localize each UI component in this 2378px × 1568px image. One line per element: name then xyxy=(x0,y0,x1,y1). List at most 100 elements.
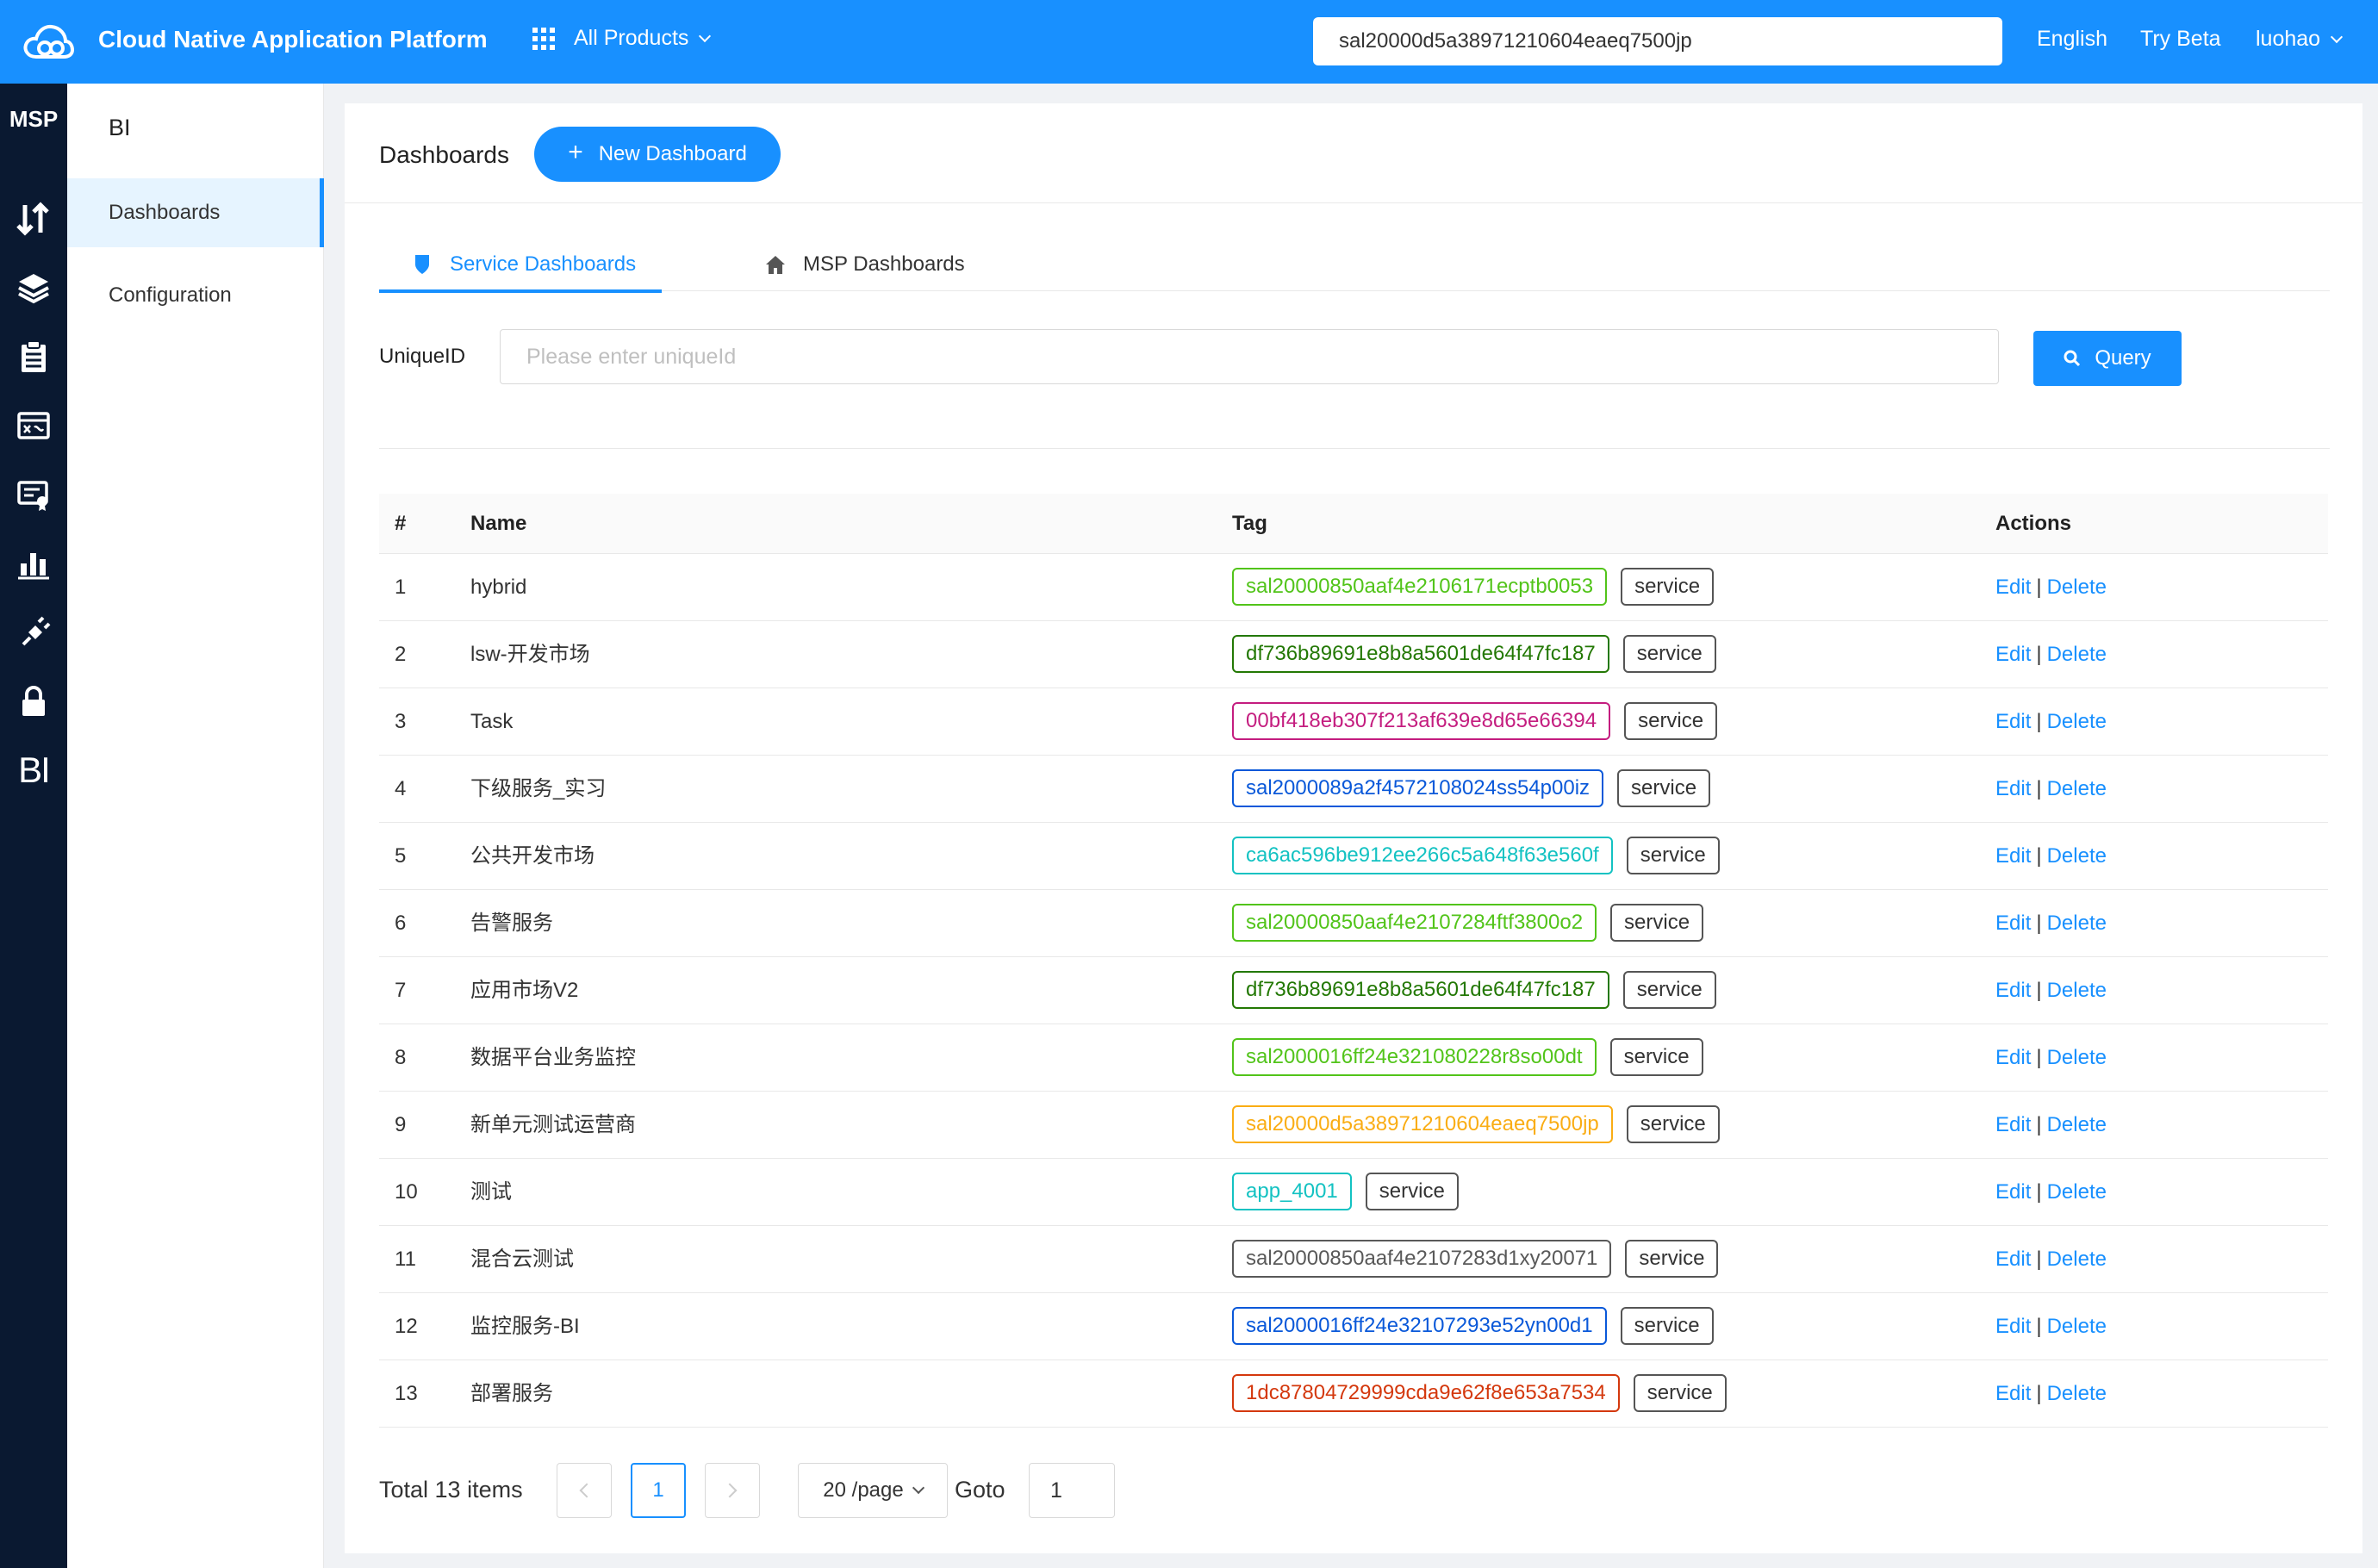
edit-link[interactable]: Edit xyxy=(1995,1113,2031,1136)
action-separator: | xyxy=(2036,1113,2042,1136)
column-header-tag: Tag xyxy=(1232,512,1267,535)
dashboard-tabs: Service Dashboards MSP Dashboards xyxy=(379,238,2330,293)
edit-link[interactable]: Edit xyxy=(1995,777,2031,800)
cloud-logo-icon[interactable] xyxy=(22,22,74,60)
secondary-sidebar: BI Dashboards Configuration xyxy=(67,84,324,1568)
row-tags: sal2000016ff24e321080228r8so00dt service xyxy=(1232,1038,1717,1076)
user-menu[interactable]: luohao xyxy=(2256,27,2344,52)
uniqueid-label: UniqueID xyxy=(379,345,466,368)
home-icon xyxy=(766,256,785,274)
chevron-right-icon xyxy=(722,1483,738,1498)
edit-link[interactable]: Edit xyxy=(1995,1248,2031,1271)
monitor-icon[interactable] xyxy=(10,402,57,449)
tab-service-dashboards[interactable]: Service Dashboards xyxy=(379,238,663,293)
row-name: lsw-开发市场 xyxy=(470,643,590,666)
bi-icon[interactable]: BI xyxy=(10,747,57,793)
type-tag: service xyxy=(1625,1240,1719,1278)
edit-link[interactable]: Edit xyxy=(1995,1315,2031,1338)
delete-link[interactable]: Delete xyxy=(2047,979,2107,1002)
table-row: 8 数据平台业务监控 sal2000016ff24e321080228r8so00d… xyxy=(379,1024,2328,1092)
type-tag: service xyxy=(1365,1173,1459,1210)
type-tag: service xyxy=(1610,904,1704,942)
table-row: 4 下级服务_实习 sal2000089a2f4572108024ss54p00iz… xyxy=(379,756,2328,823)
table-header: # Name Tag Actions xyxy=(379,494,2328,554)
row-index: 5 xyxy=(395,844,407,868)
subnav-item-configuration[interactable]: Configuration xyxy=(67,261,324,330)
page-title: Dashboards xyxy=(379,141,509,168)
new-dashboard-button[interactable]: + New Dashboard xyxy=(534,127,781,182)
app-title[interactable]: Cloud Native Application Platform xyxy=(98,26,488,53)
delete-link[interactable]: Delete xyxy=(2047,1382,2107,1405)
type-tag: service xyxy=(1626,837,1720,874)
subnav-item-dashboards[interactable]: Dashboards xyxy=(67,178,324,247)
type-tag: service xyxy=(1622,971,1716,1009)
delete-link[interactable]: Delete xyxy=(2047,576,2107,599)
delete-link[interactable]: Delete xyxy=(2047,844,2107,868)
edit-link[interactable]: Edit xyxy=(1995,979,2031,1002)
language-switch[interactable]: English xyxy=(2037,27,2107,52)
delete-link[interactable]: Delete xyxy=(2047,1113,2107,1136)
certificate-icon[interactable] xyxy=(10,471,57,518)
row-tags: 1dc87804729999cda9e62f8e653a7534 service xyxy=(1232,1374,1740,1412)
delete-link[interactable]: Delete xyxy=(2047,777,2107,800)
uniqueid-input[interactable] xyxy=(500,329,1999,384)
edit-link[interactable]: Edit xyxy=(1995,710,2031,733)
tab-msp-dashboards[interactable]: MSP Dashboards xyxy=(763,238,965,291)
edit-link[interactable]: Edit xyxy=(1995,844,2031,868)
edit-link[interactable]: Edit xyxy=(1995,1180,2031,1204)
row-tags: sal20000850aaf4e2106171ecptb0053 service xyxy=(1232,568,1727,606)
prev-page-button[interactable] xyxy=(557,1463,612,1518)
action-separator: | xyxy=(2036,777,2042,800)
edit-link[interactable]: Edit xyxy=(1995,1382,2031,1405)
edit-link[interactable]: Edit xyxy=(1995,1046,2031,1069)
delete-link[interactable]: Delete xyxy=(2047,1315,2107,1338)
row-name: 测试 xyxy=(470,1180,512,1204)
table-row: 5 公共开发市场 ca6ac596be912ee266c5a648f63e560f s… xyxy=(379,823,2328,890)
global-search-input[interactable] xyxy=(1313,17,2002,65)
table-row: 1 hybrid sal20000850aaf4e2106171ecptb0053 s… xyxy=(379,554,2328,621)
page-1-button[interactable]: 1 xyxy=(631,1463,686,1518)
page-size-select[interactable]: 20 /page xyxy=(798,1463,948,1518)
type-tag: service xyxy=(1609,1038,1703,1076)
try-beta-link[interactable]: Try Beta xyxy=(2140,27,2221,52)
row-index: 4 xyxy=(395,777,407,800)
edit-link[interactable]: Edit xyxy=(1995,912,2031,935)
row-actions: Edit | Delete xyxy=(1995,1360,2107,1428)
unique-id-tag: sal20000d5a38971210604eaeq7500jp xyxy=(1232,1105,1613,1143)
delete-link[interactable]: Delete xyxy=(2047,912,2107,935)
row-index: 11 xyxy=(395,1248,416,1271)
all-products-menu[interactable]: All Products xyxy=(532,26,712,51)
plug-icon[interactable] xyxy=(10,609,57,656)
shield-icon xyxy=(415,255,429,274)
bar-chart-icon[interactable] xyxy=(10,540,57,587)
layers-icon[interactable] xyxy=(10,264,57,311)
type-tag: service xyxy=(1626,1105,1720,1143)
action-separator: | xyxy=(2036,912,2042,935)
table-row: 2 lsw-开发市场 df736b89691e8b8a5601de64f47fc18… xyxy=(379,621,2328,688)
next-page-button[interactable] xyxy=(705,1463,760,1518)
row-tags: df736b89691e8b8a5601de64f47fc187 service xyxy=(1232,635,1730,673)
edit-link[interactable]: Edit xyxy=(1995,576,2031,599)
delete-link[interactable]: Delete xyxy=(2047,710,2107,733)
delete-link[interactable]: Delete xyxy=(2047,1180,2107,1204)
search-icon xyxy=(2064,350,2081,367)
type-tag: service xyxy=(1620,1307,1714,1345)
goto-input[interactable] xyxy=(1029,1463,1115,1518)
row-name: 混合云测试 xyxy=(470,1248,574,1271)
unique-id-tag: sal20000850aaf4e2106171ecptb0053 xyxy=(1232,568,1608,606)
delete-link[interactable]: Delete xyxy=(2047,643,2107,666)
row-actions: Edit | Delete xyxy=(1995,1024,2107,1092)
row-name: 公共开发市场 xyxy=(470,844,594,868)
rail-brand[interactable]: MSP xyxy=(0,106,67,133)
lock-icon[interactable] xyxy=(10,678,57,725)
delete-link[interactable]: Delete xyxy=(2047,1046,2107,1069)
chevron-down-icon xyxy=(2331,30,2344,43)
edit-link[interactable]: Edit xyxy=(1995,643,2031,666)
tab-label: Service Dashboards xyxy=(450,252,637,276)
clipboard-icon[interactable] xyxy=(10,333,57,380)
row-index: 9 xyxy=(395,1113,407,1136)
transfer-icon[interactable] xyxy=(10,196,57,242)
delete-link[interactable]: Delete xyxy=(2047,1248,2107,1271)
top-header: Cloud Native Application Platform All Pr… xyxy=(0,0,2378,84)
query-button[interactable]: Query xyxy=(2033,331,2182,386)
